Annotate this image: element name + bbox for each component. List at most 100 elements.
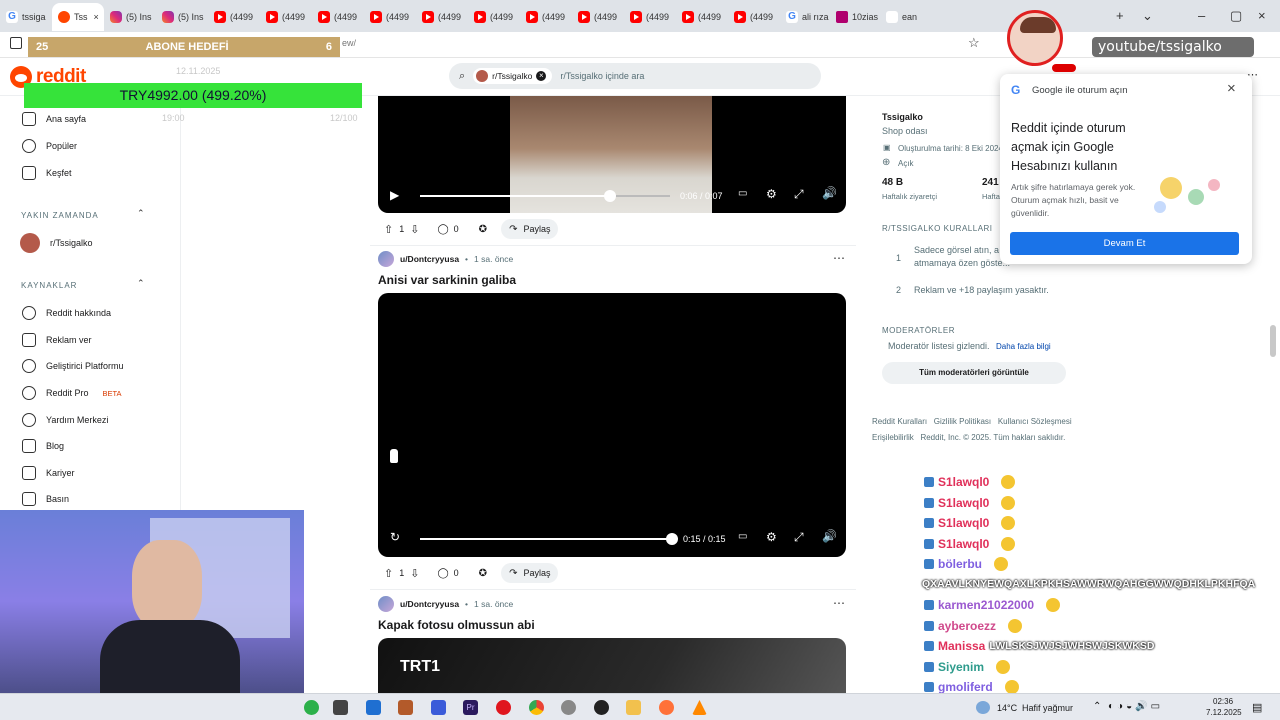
sidebar-item-popular[interactable]: Popüler bbox=[22, 139, 77, 153]
award-button[interactable]: ✪ bbox=[471, 224, 495, 235]
browser-tab[interactable]: (4499 bbox=[208, 3, 260, 31]
captions-icon[interactable]: ▭ bbox=[738, 531, 747, 542]
captions-icon[interactable]: ▭ bbox=[738, 188, 747, 199]
browser-tab[interactable]: (4499 bbox=[572, 3, 624, 31]
browser-tab[interactable]: (4499 bbox=[728, 3, 780, 31]
sidebar-item-press[interactable]: Basın bbox=[22, 492, 69, 506]
opera-icon[interactable] bbox=[496, 700, 511, 715]
recent-section-header[interactable]: YAKIN ZAMANDA bbox=[21, 211, 99, 220]
post-image[interactable]: TRT1 bbox=[378, 638, 846, 693]
fullscreen-icon[interactable]: ⤢ bbox=[794, 187, 804, 202]
url-text[interactable]: ew/ bbox=[342, 38, 356, 48]
app-icon[interactable] bbox=[304, 700, 319, 715]
tab-close-icon[interactable]: × bbox=[94, 12, 99, 22]
sidebar-item-home[interactable]: Ana sayfa bbox=[22, 112, 86, 126]
play-icon[interactable]: ▶ bbox=[390, 188, 399, 202]
browser-tab[interactable]: (5) Ins bbox=[156, 3, 208, 31]
fullscreen-icon[interactable]: ⤢ bbox=[794, 530, 804, 545]
firefox-icon[interactable] bbox=[659, 700, 674, 715]
post-title[interactable]: Kapak fotosu olmussun abi bbox=[378, 618, 535, 632]
upvote-icon[interactable]: ⇧ bbox=[384, 567, 393, 580]
post-video-player[interactable]: ▶ 0:06 / 0:07 ▭ ⚙ ⤢ 🔊 bbox=[378, 96, 846, 213]
browser-tab[interactable]: (4499 bbox=[312, 3, 364, 31]
clock-date[interactable]: 7.12.2025 bbox=[1206, 708, 1242, 717]
sidebar-item-reddit-pro[interactable]: Reddit Pro BETA bbox=[22, 386, 122, 400]
clock-time[interactable]: 02:36 bbox=[1213, 697, 1233, 706]
browser-tab[interactable]: (4499 bbox=[364, 3, 416, 31]
browser-tab[interactable]: 10zias bbox=[830, 3, 880, 31]
chat-username[interactable]: bölerbu bbox=[938, 557, 982, 571]
post-menu-icon[interactable]: ⋯ bbox=[833, 596, 845, 610]
app-icon[interactable] bbox=[398, 700, 413, 715]
community-name[interactable]: Tssigalko bbox=[882, 112, 923, 122]
chat-username[interactable]: Siyenim bbox=[938, 660, 984, 674]
premiere-icon[interactable]: Pr bbox=[463, 700, 478, 715]
view-all-moderators-button[interactable]: Tüm moderatörleri görüntüle bbox=[882, 362, 1066, 384]
weather-temp[interactable]: 14°C bbox=[997, 703, 1017, 713]
search-input[interactable]: ⌕ r/Tssigalko × r/Tssigalko içinde ara bbox=[449, 63, 821, 89]
continue-button[interactable]: Devam Et bbox=[1010, 232, 1239, 255]
post-author[interactable]: u/Dontcryyusa bbox=[400, 599, 459, 609]
tab-list-chevron-icon[interactable]: ⌄ bbox=[1142, 8, 1153, 24]
volume-icon[interactable]: 🔊 bbox=[822, 186, 837, 200]
replay-icon[interactable]: ↻ bbox=[390, 530, 400, 544]
volume-icon[interactable]: 🔊 bbox=[822, 529, 837, 543]
weather-desc[interactable]: Hafif yağmur bbox=[1022, 703, 1073, 713]
tray-chevron-icon[interactable]: ⌃ bbox=[1093, 701, 1101, 712]
app-icon[interactable] bbox=[431, 700, 446, 715]
browser-tab[interactable]: Tss × bbox=[52, 3, 104, 31]
calculator-icon[interactable] bbox=[333, 700, 348, 715]
post-menu-icon[interactable]: ⋯ bbox=[833, 251, 845, 265]
browser-tab[interactable]: (4499 bbox=[416, 3, 468, 31]
browser-tab[interactable]: Gali rıza bbox=[780, 3, 830, 31]
chat-username[interactable]: Manissa bbox=[938, 639, 985, 653]
sidebar-item-recent-tssigalko[interactable]: r/Tssigalko bbox=[20, 233, 93, 253]
chat-username[interactable]: S1lawql0 bbox=[938, 475, 989, 489]
browser-tab[interactable]: (4499 bbox=[520, 3, 572, 31]
post-video-player[interactable]: ↻ 0:15 / 0:15 ▭ ⚙ ⤢ 🔊 bbox=[378, 293, 846, 557]
sidebar-item-careers[interactable]: Kariyer bbox=[22, 466, 75, 480]
maximize-icon[interactable]: ▢ bbox=[1230, 8, 1242, 24]
footer-links[interactable]: Reddit Kuralları Gizlilik Politikası Kul… bbox=[872, 417, 1072, 426]
browser-tab[interactable]: (4499 bbox=[468, 3, 520, 31]
sidebar-item-about[interactable]: Reddit hakkında bbox=[22, 306, 111, 320]
subreddit-search-chip[interactable]: r/Tssigalko × bbox=[473, 68, 553, 84]
share-button[interactable]: ↷ Paylaş bbox=[501, 219, 559, 239]
award-button[interactable]: ✪ bbox=[471, 568, 495, 579]
weather-icon[interactable] bbox=[976, 701, 990, 714]
chevron-up-icon[interactable]: ⌃ bbox=[137, 208, 145, 219]
minimize-icon[interactable]: – bbox=[1198, 8, 1205, 23]
sidebar-item-explore[interactable]: Keşfet bbox=[22, 166, 72, 180]
chat-username[interactable]: karmen21022000 bbox=[938, 598, 1034, 612]
browser-tab[interactable]: (5) Ins bbox=[104, 3, 156, 31]
settings-gear-icon[interactable]: ⚙ bbox=[766, 187, 777, 201]
user-avatar[interactable] bbox=[378, 596, 394, 612]
notifications-icon[interactable]: ▤ bbox=[1252, 701, 1262, 714]
upvote-icon[interactable]: ⇧ bbox=[384, 223, 393, 236]
bookmark-star-icon[interactable]: ☆ bbox=[968, 35, 980, 51]
chrome-icon[interactable] bbox=[529, 700, 544, 715]
close-icon[interactable]: × bbox=[1227, 80, 1236, 97]
comments-button[interactable]: ◯ 0 bbox=[431, 224, 464, 235]
browser-tab[interactable]: (4499 bbox=[676, 3, 728, 31]
page-scrollbar[interactable] bbox=[1270, 325, 1276, 357]
browser-tab[interactable]: Gtssiga bbox=[0, 3, 52, 31]
chip-close-icon[interactable]: × bbox=[536, 71, 547, 81]
mail-icon[interactable] bbox=[366, 700, 381, 715]
chat-username[interactable]: gmoliferd bbox=[938, 680, 993, 694]
browser-tab[interactable]: ean bbox=[880, 3, 926, 31]
chat-username[interactable]: S1lawql0 bbox=[938, 537, 989, 551]
chat-username[interactable]: ayberoezz bbox=[938, 619, 996, 633]
file-explorer-icon[interactable] bbox=[626, 700, 641, 715]
obs-icon[interactable] bbox=[594, 700, 609, 715]
chevron-up-icon[interactable]: ⌃ bbox=[137, 278, 145, 289]
user-avatar[interactable] bbox=[378, 251, 394, 267]
chat-username[interactable]: S1lawql0 bbox=[938, 516, 989, 530]
browser-tab[interactable]: (4499 bbox=[624, 3, 676, 31]
downvote-icon[interactable]: ⇩ bbox=[410, 223, 419, 236]
share-button[interactable]: ↷ Paylaş bbox=[501, 563, 559, 583]
sidebar-item-blog[interactable]: Blog bbox=[22, 439, 64, 453]
close-window-icon[interactable]: × bbox=[1258, 8, 1266, 23]
browser-tab[interactable]: (4499 bbox=[260, 3, 312, 31]
post-title[interactable]: Anisi var sarkinin galiba bbox=[378, 273, 516, 287]
